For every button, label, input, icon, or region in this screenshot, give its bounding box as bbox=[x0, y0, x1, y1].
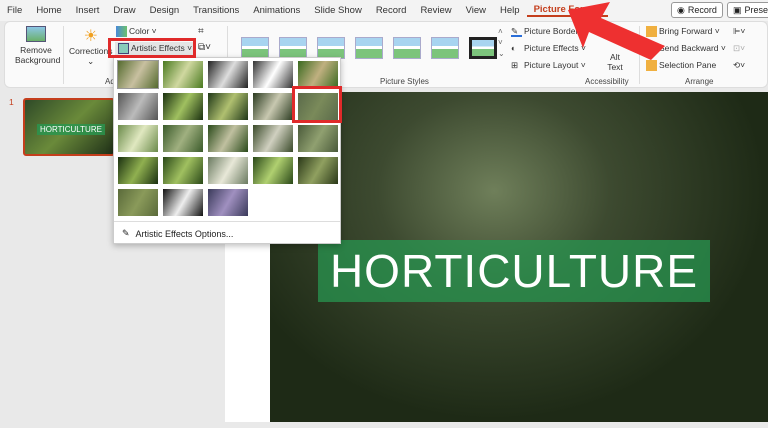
picture-style-6[interactable] bbox=[431, 37, 459, 59]
effect-photocopy[interactable] bbox=[163, 189, 203, 216]
sun-icon: ☀ bbox=[83, 28, 98, 45]
effect-pencil-grayscale[interactable] bbox=[208, 61, 248, 88]
picture-style-4[interactable] bbox=[355, 37, 383, 59]
record-label: Record bbox=[687, 5, 717, 15]
effect-pastels-smooth[interactable] bbox=[253, 157, 293, 184]
remove-background-icon bbox=[26, 26, 46, 42]
tab-slide-show[interactable]: Slide Show bbox=[307, 5, 369, 16]
effect-cement[interactable] bbox=[118, 157, 158, 184]
effect-crisscross-etching[interactable] bbox=[208, 157, 248, 184]
remove-background-label: Remove Background bbox=[15, 45, 61, 65]
highlight-blur-effect bbox=[292, 86, 342, 123]
present-label: Present bbox=[744, 5, 768, 15]
effect-none[interactable] bbox=[117, 60, 159, 89]
accessibility-group-label: Accessibility bbox=[585, 77, 629, 86]
thumbnail-title: HORTICULTURE bbox=[37, 124, 105, 135]
tab-draw[interactable]: Draw bbox=[106, 5, 142, 16]
record-button[interactable]: ◉ Record bbox=[671, 2, 723, 18]
tab-review[interactable]: Review bbox=[413, 5, 458, 16]
present-button[interactable]: ▣Present bbox=[727, 2, 768, 18]
tab-file[interactable]: File bbox=[0, 5, 29, 16]
picture-effects-icon: ◐ bbox=[511, 43, 517, 54]
change-picture-icon[interactable]: ⧉˅ bbox=[198, 42, 211, 53]
effect-glass[interactable] bbox=[298, 125, 338, 152]
effect-glow-diffused[interactable] bbox=[253, 93, 293, 120]
align-button[interactable]: ⊫˅ bbox=[733, 26, 745, 37]
effect-pencil-sketch[interactable] bbox=[253, 61, 293, 88]
tab-animations[interactable]: Animations bbox=[246, 5, 307, 16]
slide-title[interactable]: HORTICULTURE bbox=[318, 240, 710, 302]
group-button[interactable]: ⊡˅ bbox=[733, 43, 745, 54]
remove-background-button[interactable]: Remove Background bbox=[15, 26, 61, 65]
color-icon bbox=[116, 26, 127, 38]
picture-styles-group-label: Picture Styles bbox=[380, 77, 429, 86]
artistic-options-icon: ✎ bbox=[122, 228, 130, 238]
picture-style-5[interactable] bbox=[393, 37, 421, 59]
effect-texturizer[interactable] bbox=[163, 157, 203, 184]
record-icon: ◉ bbox=[677, 4, 685, 15]
present-icon: ▣ bbox=[733, 4, 742, 15]
red-arrow-annotation bbox=[568, 2, 665, 60]
effect-watercolor-sponge[interactable] bbox=[163, 125, 203, 152]
color-button[interactable]: Color ˅ bbox=[116, 26, 157, 38]
effect-cutout[interactable] bbox=[118, 189, 158, 216]
slide-number: 1 bbox=[9, 97, 14, 107]
tab-help[interactable]: Help bbox=[493, 5, 527, 16]
effect-chalk-sketch[interactable] bbox=[118, 93, 158, 120]
corrections-label: Corrections bbox=[69, 46, 113, 56]
tab-insert[interactable]: Insert bbox=[69, 5, 107, 16]
effect-marker[interactable] bbox=[163, 61, 203, 88]
picture-layout-icon: ⊞ bbox=[511, 60, 519, 71]
picture-style-7[interactable] bbox=[469, 37, 497, 59]
effect-film-grain[interactable] bbox=[208, 125, 248, 152]
artistic-effects-options[interactable]: ✎ Artistic Effects Options... bbox=[122, 228, 233, 239]
picture-style-1[interactable] bbox=[241, 37, 269, 59]
picture-style-3[interactable] bbox=[317, 37, 345, 59]
effect-paint-brush[interactable] bbox=[208, 93, 248, 120]
arrange-group-label: Arrange bbox=[685, 77, 714, 86]
picture-border-icon: ✎ bbox=[511, 26, 522, 38]
effect-plastic-wrap[interactable] bbox=[298, 157, 338, 184]
artistic-options-label: Artistic Effects Options... bbox=[135, 228, 234, 239]
picture-style-2[interactable] bbox=[279, 37, 307, 59]
color-label: Color bbox=[129, 26, 150, 36]
effect-light-screen[interactable] bbox=[118, 125, 158, 152]
effect-paint-strokes[interactable] bbox=[163, 93, 203, 120]
corrections-button[interactable]: ☀ Corrections ⌄ bbox=[69, 26, 112, 67]
tab-home[interactable]: Home bbox=[29, 5, 68, 16]
slide-thumbnail-1[interactable]: HORTICULTURE bbox=[23, 98, 115, 156]
tab-transitions[interactable]: Transitions bbox=[186, 5, 246, 16]
compress-icon[interactable]: ⌗ bbox=[198, 26, 204, 37]
rotate-button[interactable]: ⟲˅ bbox=[733, 60, 745, 71]
effect-glow-edges[interactable] bbox=[208, 189, 248, 216]
tab-design[interactable]: Design bbox=[143, 5, 187, 16]
highlight-artistic-effects bbox=[108, 38, 196, 58]
effect-line-drawing[interactable] bbox=[298, 61, 338, 88]
tab-view[interactable]: View bbox=[459, 5, 493, 16]
effect-mosaic-bubbles[interactable] bbox=[253, 125, 293, 152]
tab-record[interactable]: Record bbox=[369, 5, 414, 16]
styles-scroll[interactable]: ˄ ˅ ⌄ bbox=[498, 26, 505, 59]
